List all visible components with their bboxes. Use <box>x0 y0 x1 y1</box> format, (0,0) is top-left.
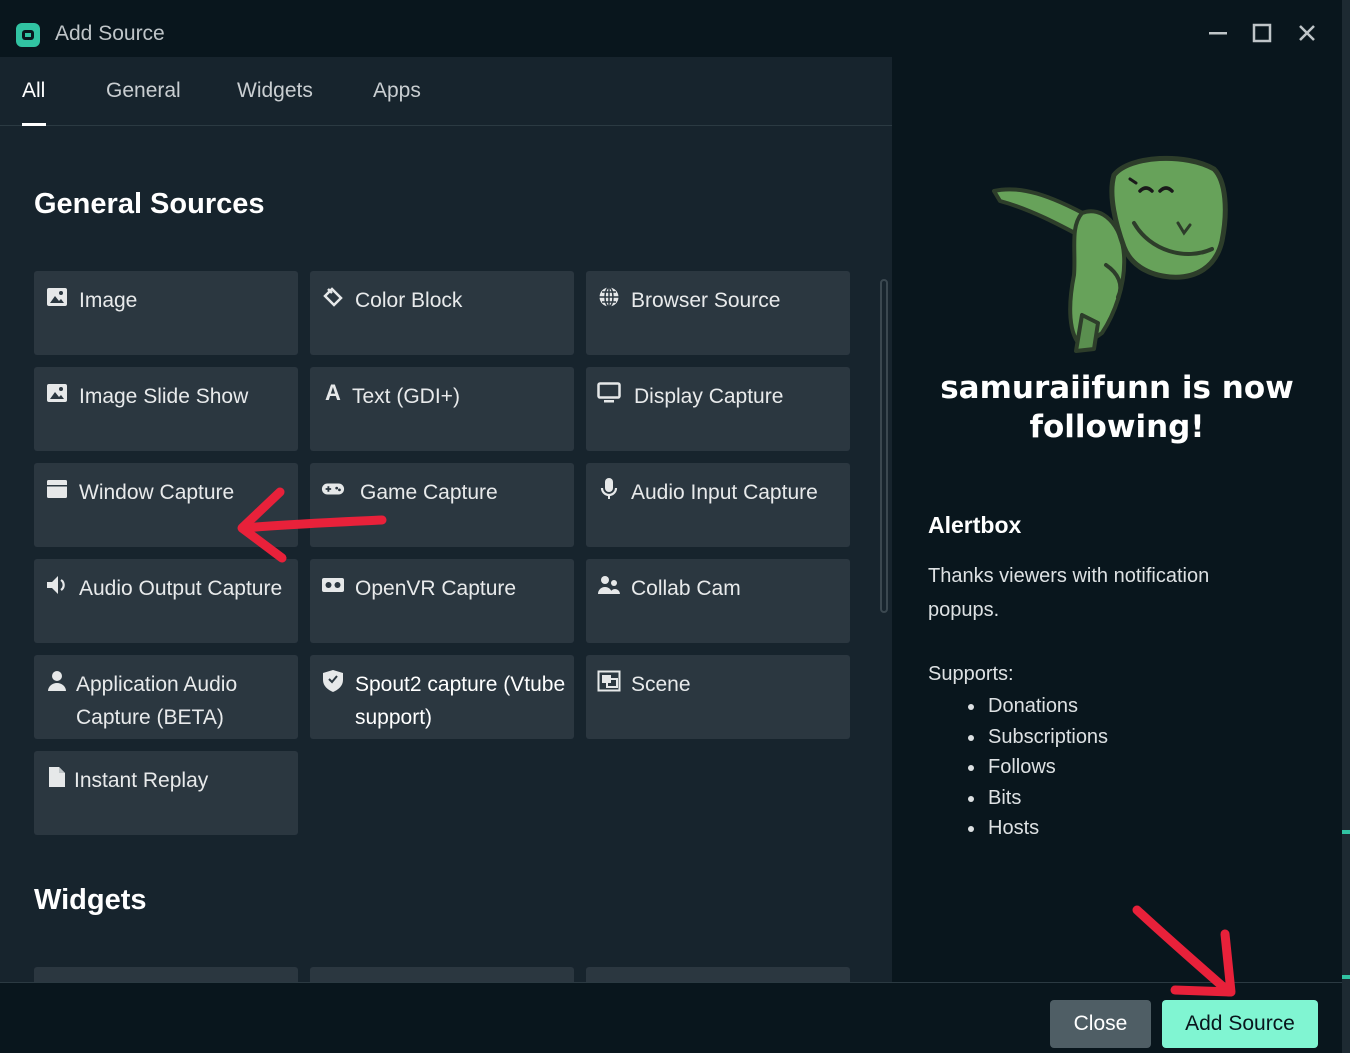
widget-description: Thanks viewers with notification popups. <box>928 565 1210 621</box>
globe-icon <box>597 285 621 309</box>
widgets-heading: Widgets <box>34 884 147 916</box>
close-icon <box>1299 25 1315 41</box>
tab-apps[interactable]: Apps <box>373 79 421 103</box>
scene-icon <box>597 669 621 693</box>
source-list-panel: All General Widgets Apps General Sources… <box>0 57 892 982</box>
image-icon <box>45 381 69 405</box>
background-window-edge <box>1342 0 1350 1053</box>
maximize-icon <box>1252 23 1272 43</box>
monitor-icon <box>597 381 621 405</box>
source-scene[interactable]: Scene <box>586 655 850 739</box>
source-label: Spout2 capture (Vtube support) <box>355 673 566 729</box>
widget-card[interactable] <box>586 967 850 982</box>
source-display-capture[interactable]: Display Capture <box>586 367 850 451</box>
window-title: Add Source <box>55 22 165 45</box>
list-item: Bits <box>968 783 1108 814</box>
source-label: Collab Cam <box>631 577 741 600</box>
source-label: Display Capture <box>634 385 784 408</box>
source-game-capture[interactable]: Game Capture <box>310 463 574 547</box>
text-icon: A <box>325 380 341 405</box>
close-window-button[interactable] <box>1291 17 1323 49</box>
shield-icon <box>321 669 345 693</box>
widget-card[interactable] <box>310 967 574 982</box>
microphone-icon <box>597 477 621 501</box>
list-item: Subscriptions <box>968 722 1108 753</box>
tab-general[interactable]: General <box>106 79 181 103</box>
source-image-slide-show[interactable]: Image Slide Show <box>34 367 298 451</box>
supports-label: Supports: <box>928 663 1014 685</box>
preview-panel: samuraiifunn is now following! Alertbox … <box>892 57 1342 982</box>
list-item: Donations <box>968 691 1108 722</box>
tab-all[interactable]: All <box>22 79 45 103</box>
widget-name: Alertbox <box>928 512 1022 538</box>
source-label: OpenVR Capture <box>355 577 517 600</box>
source-label: Scene <box>631 673 691 696</box>
active-tab-indicator <box>22 123 46 126</box>
source-label: Window Capture <box>79 481 235 504</box>
source-label: Text (GDI+) <box>352 385 460 408</box>
maximize-button[interactable] <box>1246 17 1278 49</box>
source-spout2-capture[interactable]: Spout2 capture (Vtube support) <box>310 655 574 739</box>
title-bar: Add Source <box>0 0 1342 57</box>
source-audio-input-capture[interactable]: Audio Input Capture <box>586 463 850 547</box>
source-label: Image <box>79 289 138 312</box>
vr-headset-icon <box>321 573 345 597</box>
alert-preview-text: samuraiifunn is now following! <box>940 370 1294 445</box>
source-label: Audio Output Capture <box>79 577 283 600</box>
add-source-button[interactable]: Add Source <box>1162 1000 1318 1048</box>
scrollbar[interactable] <box>880 279 888 613</box>
tab-bar: All General Widgets Apps <box>0 57 892 126</box>
source-window-capture[interactable]: Window Capture <box>34 463 298 547</box>
file-icon <box>45 765 69 789</box>
source-label: Application Audio Capture (BETA) <box>76 673 238 729</box>
source-color-block[interactable]: Color Block <box>310 271 574 355</box>
source-label: Image Slide Show <box>79 385 249 408</box>
image-icon <box>45 285 69 309</box>
general-sources-heading: General Sources <box>34 188 265 220</box>
list-item: Follows <box>968 752 1108 783</box>
speaker-icon <box>45 573 69 597</box>
source-application-audio-capture[interactable]: Application Audio Capture (BETA) <box>34 655 298 739</box>
tab-widgets[interactable]: Widgets <box>237 79 313 103</box>
source-audio-output-capture[interactable]: Audio Output Capture <box>34 559 298 643</box>
window-icon <box>45 477 69 501</box>
close-button[interactable]: Close <box>1050 1000 1151 1048</box>
source-browser-source[interactable]: Browser Source <box>586 271 850 355</box>
source-openvr-capture[interactable]: OpenVR Capture <box>310 559 574 643</box>
streamlabs-logo-icon <box>16 23 40 47</box>
list-item: Hosts <box>968 813 1108 844</box>
source-image[interactable]: Image <box>34 271 298 355</box>
widget-card[interactable] <box>34 967 298 982</box>
source-collab-cam[interactable]: Collab Cam <box>586 559 850 643</box>
dinosaur-mascot-icon <box>992 155 1228 353</box>
dialog-footer: Close Add Source <box>0 982 1342 1053</box>
source-label: Color Block <box>355 289 463 312</box>
source-label: Browser Source <box>631 289 781 312</box>
user-icon <box>45 669 69 693</box>
supports-list: Donations Subscriptions Follows Bits Hos… <box>968 691 1108 844</box>
source-label: Instant Replay <box>74 769 209 792</box>
source-label: Audio Input Capture <box>631 481 818 504</box>
gamepad-icon <box>321 477 345 501</box>
source-label: Game Capture <box>360 481 498 504</box>
minimize-icon <box>1209 32 1227 35</box>
source-instant-replay[interactable]: Instant Replay <box>34 751 298 835</box>
users-icon <box>597 573 621 597</box>
paint-bucket-icon <box>321 285 345 309</box>
minimize-button[interactable] <box>1202 17 1234 49</box>
source-text-gdi[interactable]: A Text (GDI+) <box>310 367 574 451</box>
